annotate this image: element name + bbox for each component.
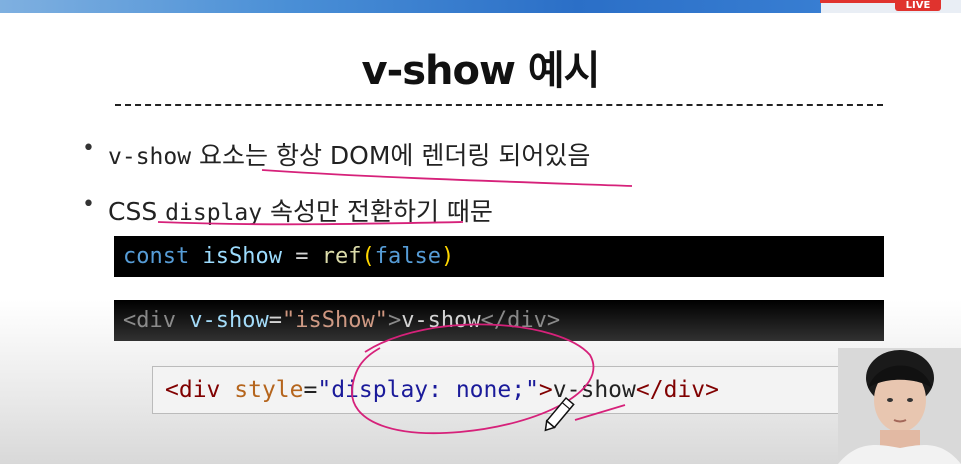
- html-tag-end: >: [538, 377, 553, 403]
- code-equals: =: [268, 308, 282, 333]
- bullet-2: • CSS display 속성만 전환하기 때문: [82, 192, 493, 228]
- html-close-tag: </div>: [635, 377, 719, 403]
- code-block-template: <div v-show="isShow">v-show</div>: [114, 300, 884, 341]
- bullet-1: • v-show 요소는 항상 DOM에 렌더링 되어있음: [82, 136, 591, 172]
- presenter-webcam: [838, 348, 961, 464]
- browser-top-strip: [0, 0, 961, 13]
- bullet-1-text: 요소는 항상 DOM에 렌더링 되어있음: [191, 141, 591, 170]
- html-attribute-value: "display: none;": [317, 377, 539, 403]
- bullet-2-code: display: [165, 200, 263, 226]
- bullet-dot: •: [82, 192, 95, 217]
- code-boolean: false: [374, 244, 441, 269]
- rendered-html-box: <div style="display: none;">v-show</div>: [152, 366, 844, 414]
- code-attribute: v-show: [189, 308, 269, 333]
- code-tag-end: >: [387, 308, 402, 333]
- code-operator: =: [281, 244, 322, 269]
- live-indicator-bar: [820, 0, 895, 3]
- code-keyword: const: [123, 244, 190, 269]
- title-divider: [115, 104, 883, 106]
- html-equals: =: [303, 377, 318, 403]
- bullet-dot: •: [82, 136, 95, 161]
- code-attribute-value: "isShow": [281, 308, 388, 333]
- bullet-1-code: v-show: [108, 144, 192, 170]
- code-paren-close: ): [440, 244, 455, 269]
- code-function: ref: [321, 244, 362, 269]
- live-badge: LIVE: [895, 0, 941, 11]
- code-open-tag: <div: [123, 308, 190, 333]
- bullet-2-text: 속성만 전환하기 때문: [262, 197, 493, 226]
- underline-bullet-1: [261, 169, 633, 187]
- code-block-ref: const isShow = ref(false): [114, 236, 884, 277]
- html-open-tag: <div: [165, 377, 235, 403]
- code-content: v-show: [401, 308, 481, 333]
- bullet-2-lead: CSS: [108, 197, 166, 226]
- code-close-tag: </div>: [480, 308, 561, 333]
- html-content: v-show: [552, 377, 636, 403]
- slide-title: v-show 예시: [361, 48, 601, 94]
- html-attribute: style: [234, 377, 304, 403]
- code-variable: isShow: [202, 244, 282, 269]
- code-paren-open: (: [361, 244, 375, 269]
